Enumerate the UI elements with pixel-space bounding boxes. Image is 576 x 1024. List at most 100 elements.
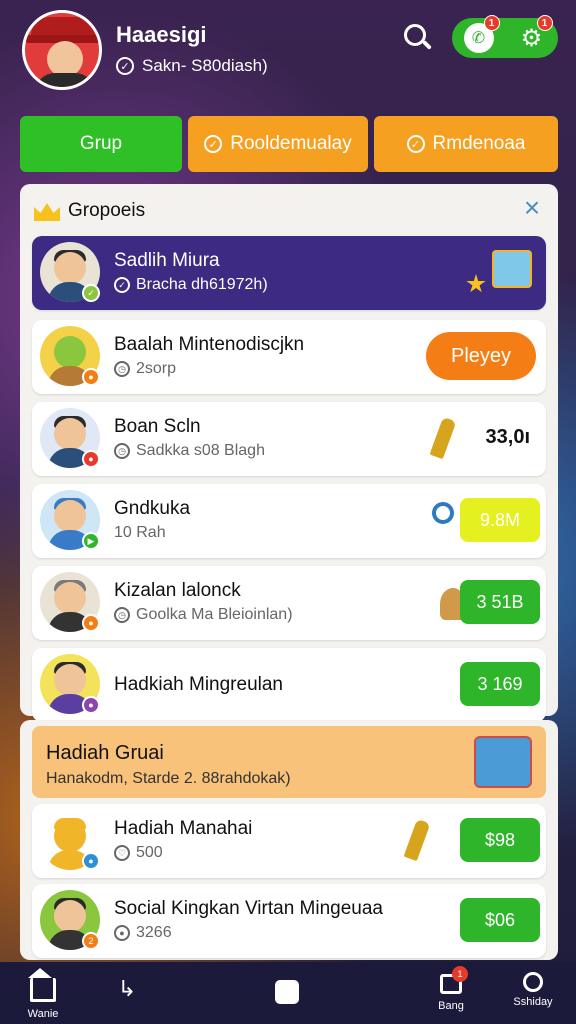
panel-title: Gropoeis	[68, 200, 146, 221]
value-button[interactable]: 3 51B	[460, 580, 540, 624]
profile-name: Haaesigi	[116, 22, 207, 47]
star-icon	[466, 274, 486, 293]
check-circle-icon: ✓	[406, 135, 425, 153]
nav-label: Bang	[438, 1000, 464, 1012]
back-icon: ↳	[117, 976, 137, 1001]
tab-label: Rmdenoaa	[432, 133, 526, 154]
list-item-subtitle-text: 2sorp	[136, 360, 177, 377]
search-button[interactable]	[402, 22, 434, 54]
bottom-navigation: Wanie ↳ 1 Bang Sshiday	[0, 962, 576, 1024]
panel-header: Gropoeis	[34, 198, 145, 224]
play-button[interactable]: Pleyey	[426, 332, 536, 380]
gift-icon	[492, 250, 532, 288]
check-circle-icon: ✓	[204, 135, 223, 153]
home-icon	[28, 968, 56, 1002]
nav-label: Wanie	[27, 1008, 59, 1020]
app-header: Haaesigi ✓ Sakn- S80diash) ✆ 1 ⚙ 1	[0, 0, 576, 100]
nav-back[interactable]: ↳	[92, 970, 162, 1022]
list-item[interactable]: ▶ Gndkuka 10 Rah 9.8M	[32, 484, 546, 558]
crown-icon	[34, 203, 60, 221]
tab-bar: Grup ✓ Rooldemualay ✓ Rmdenoaa	[20, 116, 558, 172]
list-item[interactable]: ● Hadkiah Mingreulan 3 169	[32, 648, 546, 722]
list-item[interactable]: ● Boan Scln ◷ Sadkka s08 Blagh 33,0ı	[32, 402, 546, 476]
list-item-title: Baalah Mintenodiscjkn	[114, 334, 305, 355]
value-button[interactable]: $06	[460, 898, 540, 942]
close-icon[interactable]: ×	[520, 194, 544, 222]
nav-profile[interactable]: Sshiday	[498, 970, 568, 1022]
list-item[interactable]: ● Kizalan lalonck ◷ Goolka Ma Bleioinlan…	[32, 566, 546, 640]
status-badge: ●	[82, 696, 100, 714]
notification-badge: 1	[483, 15, 500, 31]
score-value: 33,0ı	[485, 426, 530, 448]
list-item[interactable]: ● Hadiah Manahai ♡ 500 $98	[32, 804, 546, 878]
settings-button[interactable]: ⚙ 1	[517, 15, 553, 53]
suitcase-icon	[474, 736, 532, 788]
tab-label: Grup	[79, 133, 123, 154]
nav-home[interactable]: Wanie	[8, 968, 78, 1022]
banner-title: Hadiah Gruai	[46, 742, 164, 764]
list-item-subtitle-text: Sadkka s08 Blagh	[136, 442, 265, 459]
list-item-subtitle: ♡ 500	[114, 844, 163, 862]
nav-label: Sshiday	[513, 996, 553, 1008]
notification-badge: 1	[452, 966, 468, 982]
nav-store[interactable]: 1 Bang	[416, 966, 486, 1022]
status-badge: ●	[82, 614, 100, 632]
list-item-subtitle-text: Goolka Ma Bleioinlan)	[136, 606, 293, 623]
status-badge: ✓	[82, 284, 100, 302]
list-item-subtitle-text: Bracha dh61972h)	[136, 276, 268, 293]
clock-icon: ◷	[114, 361, 130, 377]
list-item[interactable]: 2 Social Kingkan Virtan Mingeuaa ● 3266 …	[32, 884, 546, 958]
profile-avatar[interactable]	[22, 10, 102, 90]
status-badge: ●	[82, 450, 100, 468]
header-action-group: ✆ 1 ⚙ 1	[452, 15, 558, 58]
list-item-title: Gndkuka	[114, 498, 191, 519]
check-circle-icon: ✓	[116, 57, 134, 75]
notification-badge: 1	[536, 15, 553, 31]
group-panel: Gropoeis × ✓ Sadlih Miura ✓ Bracha dh619…	[20, 184, 558, 722]
list-item-subtitle: ◷ Sadkka s08 Blagh	[114, 442, 265, 460]
key-icon	[429, 416, 457, 460]
phone-button[interactable]: ✆ 1	[463, 15, 500, 53]
reward-section: Hadiah Gruai Hanakodm, Starde 2. 88rahdo…	[20, 720, 558, 960]
clock-icon: ◷	[114, 443, 130, 459]
phone-icon: ✆	[471, 30, 486, 47]
value-button[interactable]: 9.8M	[460, 498, 540, 542]
heart-icon: ♡	[114, 845, 130, 861]
list-item-title: Social Kingkan Virtan Mingeuaa	[114, 898, 383, 919]
list-item-subtitle: ◷ Goolka Ma Bleioinlan)	[114, 606, 293, 624]
stop-icon	[275, 980, 299, 1004]
tab-rmdenoaa[interactable]: ✓ Rmdenoaa	[374, 116, 558, 172]
list-item-title: Kizalan lalonck	[114, 580, 241, 601]
banner-subtitle: Hanakodm, Starde 2. 88rahdokak)	[46, 770, 291, 787]
profile-subtitle-text: Sakn- S80diash)	[142, 56, 268, 75]
list-item[interactable]: ✓ Sadlih Miura ✓ Bracha dh61972h)	[32, 236, 546, 310]
reward-banner[interactable]: Hadiah Gruai Hanakodm, Starde 2. 88rahdo…	[32, 726, 546, 798]
coin-icon: ●	[114, 925, 130, 941]
list-item-subtitle-text: 500	[136, 844, 163, 861]
list-item-subtitle-text: 3266	[136, 924, 172, 941]
racket-icon	[432, 502, 454, 524]
user-icon	[523, 972, 543, 992]
tab-grup[interactable]: Grup	[20, 116, 182, 172]
nav-stop[interactable]	[252, 970, 322, 1022]
value-button[interactable]: $98	[460, 818, 540, 862]
list-item-title: Hadkiah Mingreulan	[114, 674, 283, 695]
status-badge: ●	[82, 368, 100, 386]
status-badge: ●	[82, 852, 100, 870]
check-circle-icon: ✓	[114, 277, 130, 293]
list-item[interactable]: ● Baalah Mintenodiscjkn ◷ 2sorp Pleyey	[32, 320, 546, 394]
trophy-icon	[403, 818, 431, 862]
list-item-subtitle: ✓ Bracha dh61972h)	[114, 276, 268, 294]
list-item-subtitle: ◷ 2sorp	[114, 360, 176, 378]
value-button[interactable]: 3 169	[460, 662, 540, 706]
profile-subtitle: ✓ Sakn- S80diash)	[116, 56, 268, 76]
tab-rooldemualay[interactable]: ✓ Rooldemualay	[188, 116, 368, 172]
tab-label: Rooldemualay	[230, 133, 352, 154]
list-item-title: Sadlih Miura	[114, 250, 220, 271]
list-item-subtitle: ● 3266	[114, 924, 172, 942]
list-item-subtitle: 10 Rah	[114, 524, 166, 542]
list-item-title: Boan Scln	[114, 416, 201, 437]
clock-icon: ◷	[114, 607, 130, 623]
status-badge: ▶	[82, 532, 100, 550]
status-badge: 2	[82, 932, 100, 950]
